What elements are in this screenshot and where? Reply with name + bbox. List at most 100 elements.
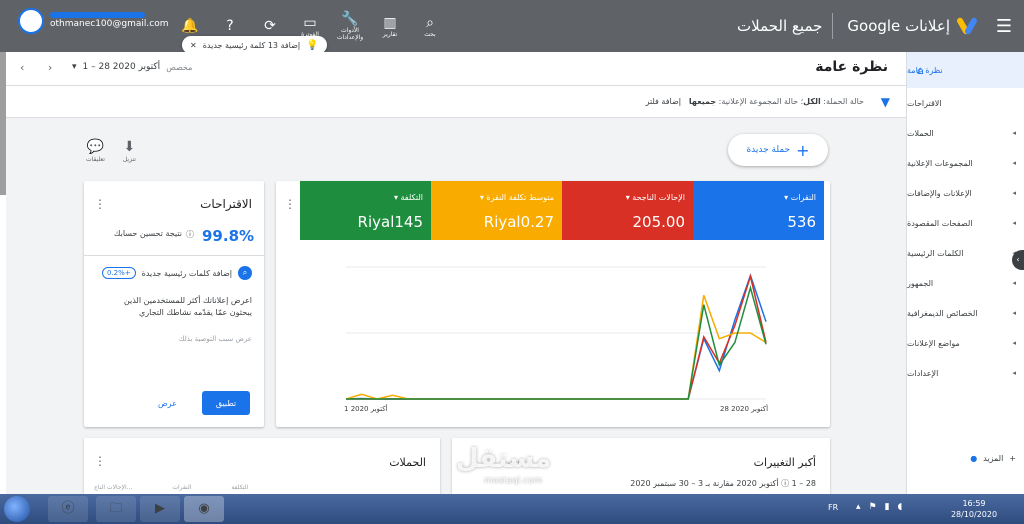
ie-icon[interactable]: ⓔ — [48, 496, 88, 522]
nav-item-more[interactable]: ● المزيد + — [970, 454, 1016, 463]
date-range-picker[interactable]: ▾ 1 – 28 أكتوبر 2020 مخصص — [72, 62, 192, 72]
page-title: جميع الحملات — [737, 17, 823, 35]
folder-icon[interactable]: 🗀 — [96, 496, 136, 522]
billing-button[interactable]: ▭ الفوترة — [290, 15, 330, 38]
tools-settings-button[interactable]: 🔧 الأدوات والإعدادات — [330, 11, 370, 41]
metric-label: الإحالات الناجحة ▾ — [625, 193, 685, 202]
nav-item-recommendations[interactable]: الاقتراحات — [907, 88, 1024, 118]
why-link[interactable]: عرض سبب التوصية بذلك — [179, 335, 252, 343]
metric-tile[interactable]: متوسط تكلفة النقرة ▾ Riyal0.27 — [431, 181, 562, 240]
metric-label: التكلفة ▾ — [393, 193, 423, 202]
view-link[interactable]: عرض — [158, 399, 177, 408]
hamburger-icon[interactable]: ☰ — [984, 16, 1024, 37]
new-dot-icon: ● — [970, 454, 978, 463]
campaigns-card: ⋮ الحملات الإحالات الناج... النقرات التك… — [84, 438, 440, 498]
expand-icon: ◂ — [1012, 279, 1016, 287]
metric-value: Riyal0.27 — [483, 213, 554, 231]
start-button[interactable] — [4, 496, 30, 522]
date-custom-label: مخصص — [166, 62, 193, 72]
media-player-icon[interactable]: ▶ — [140, 496, 180, 522]
help-icon: ? — [226, 18, 234, 34]
expand-icon: ◂ — [1012, 339, 1016, 347]
comparison-range: ⓘ 1 – 28 أكتوبر 2020 مقارنة بـ 3 – 30 سب… — [630, 479, 816, 488]
help-button[interactable]: ? — [210, 18, 250, 34]
refresh-button[interactable]: ⟳ — [250, 18, 290, 34]
more-vert-icon[interactable]: ⋮ — [284, 197, 296, 211]
metric-value: 536 — [787, 213, 816, 231]
metric-label: النقرات ▾ — [784, 193, 816, 202]
expand-icon: ◂ — [1012, 129, 1016, 137]
wrench-icon: 🔧 — [341, 11, 359, 27]
expand-icon: ◂ — [1012, 189, 1016, 197]
lightbulb-icon: 💡 — [306, 39, 319, 51]
download-icon: ⬇ — [123, 139, 136, 155]
nav-item-ads-extensions[interactable]: ◂ الإعلانات والإضافات — [907, 178, 1024, 208]
plus-icon: + — [1009, 454, 1016, 463]
reports-icon: ▥ — [383, 14, 397, 31]
account-menu[interactable]: othmanec100@gmail.com — [18, 8, 168, 34]
help-icon[interactable]: ⓘ — [781, 479, 789, 488]
score-impact-badge: +0.2% — [101, 267, 136, 279]
metric-value: 205.00 — [632, 213, 686, 231]
feedback-icon: 💬 — [86, 139, 105, 155]
filter-icon[interactable]: ▼ — [881, 95, 890, 109]
help-icon[interactable]: ⓘ — [186, 229, 194, 240]
feedback-button[interactable]: 💬 تعليقات — [86, 138, 105, 163]
metric-tile[interactable]: التكلفة ▾ Riyal145 — [300, 181, 431, 240]
column-header[interactable]: الإحالات الناج... — [94, 484, 132, 491]
apply-button[interactable]: تطبيق — [202, 391, 250, 415]
notifications-icon: 🔔 — [181, 18, 199, 34]
nav-item-placements[interactable]: ◂ مواضع الإعلانات — [907, 328, 1024, 358]
reports-button[interactable]: ▥ تقارير — [370, 15, 410, 38]
nav-item-campaigns[interactable]: ◂ الحملات — [907, 118, 1024, 148]
nav-item-demographics[interactable]: ◂ الخصائص الديمغرافية — [907, 298, 1024, 328]
recommendations-title: الاقتراحات — [200, 197, 252, 211]
recommendation-item[interactable]: ⌕ إضافة كلمات رئيسية جديدة +0.2% — [101, 266, 252, 280]
metric-tile[interactable]: الإحالات الناجحة ▾ 205.00 — [562, 181, 693, 240]
chevron-down-icon: ▾ — [72, 62, 77, 72]
nav-item-audiences[interactable]: ◂ الجمهور — [907, 268, 1024, 298]
search-button[interactable]: ⌕ بحث — [410, 15, 450, 38]
recommendations-card: ⋮ الاقتراحات 99.8% نتيجة تحسين حسابك ⓘ ⌕… — [84, 181, 264, 427]
date-nav-arrows[interactable]: ‹ › — [20, 61, 62, 74]
search-icon: ⌕ — [238, 266, 252, 280]
side-nav: ⌂ نظرة عامة الاقتراحات ◂ الحملات ◂ المجموع… — [906, 52, 1024, 494]
notifications-button[interactable]: 🔔 — [170, 18, 210, 34]
add-filter-button[interactable]: إضافة فلتر — [646, 97, 681, 106]
download-button[interactable]: ⬇ تنزيل — [123, 138, 136, 163]
optimization-score: 99.8% — [202, 227, 255, 245]
account-email: othmanec100@gmail.com — [50, 19, 169, 29]
filter-bar: ▼ حالة الحملة: الكل؛ حالة المجموعة الإعل… — [6, 86, 906, 118]
expand-icon: ◂ — [1012, 369, 1016, 377]
nav-item-settings[interactable]: ◂ الإعدادات — [907, 358, 1024, 388]
refresh-icon: ⟳ — [264, 18, 276, 34]
clock[interactable]: 16:59 28/10/2020 — [944, 498, 1004, 520]
date-range: 1 – 28 أكتوبر 2020 — [82, 62, 161, 72]
biggest-changes-title: أكبر التغييرات — [753, 456, 816, 469]
avatar[interactable] — [18, 8, 44, 34]
nav-item-landing-pages[interactable]: ◂ الصفحات المقصودة — [907, 208, 1024, 238]
active-filters[interactable]: حالة الحملة: الكل؛ حالة المجموعة الإعلان… — [689, 97, 864, 106]
expand-icon: ◂ — [1012, 219, 1016, 227]
performance-line-chart — [345, 266, 767, 400]
more-vert-icon[interactable]: ⋮ — [94, 197, 106, 211]
nav-item-ad-groups[interactable]: ◂ المجموعات الإعلانية — [907, 148, 1024, 178]
new-campaign-button[interactable]: حملة جديدة + — [728, 134, 828, 166]
x-axis-start-label: 1 أكتوبر 2020 — [344, 405, 388, 413]
nav-item-keywords[interactable]: ◂الكلمات الرئيسية — [907, 238, 1024, 268]
divider — [84, 255, 264, 256]
series-line — [346, 273, 767, 400]
metric-value: Riyal145 — [357, 213, 423, 231]
more-vert-icon[interactable]: ⋮ — [94, 454, 106, 468]
close-icon[interactable]: ✕ — [190, 41, 197, 50]
metric-label: متوسط تكلفة النقرة ▾ — [479, 193, 554, 202]
nav-item-overview[interactable]: ⌂ نظرة عامة — [907, 52, 1024, 88]
chrome-icon[interactable]: ◉ — [184, 496, 224, 522]
system-tray[interactable]: ▴⚑▮◖ — [856, 502, 910, 512]
language-indicator[interactable]: FR — [828, 503, 838, 512]
campaigns-columns: الإحالات الناج... النقرات التكلفة — [94, 484, 248, 491]
column-header[interactable]: النقرات — [172, 484, 191, 491]
metric-tile[interactable]: النقرات ▾ 536 — [693, 181, 824, 240]
x-axis-end-label: 28 أكتوبر 2020 — [720, 405, 769, 413]
column-header[interactable]: التكلفة — [231, 484, 248, 491]
